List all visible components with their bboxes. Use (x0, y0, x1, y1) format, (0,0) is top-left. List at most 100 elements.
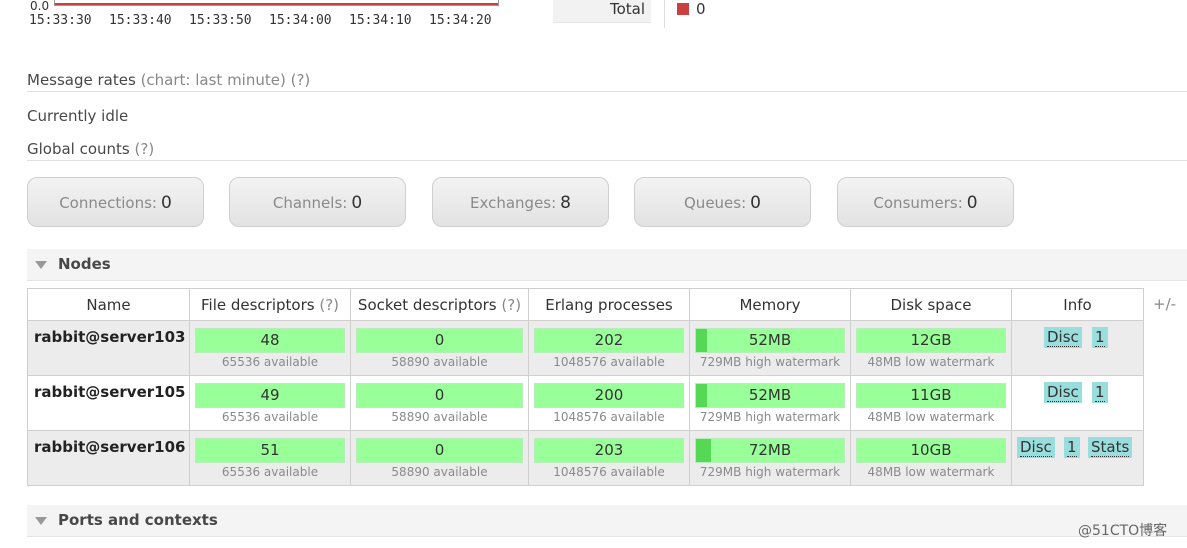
file-descriptors-cell: 48 65536 available (189, 320, 351, 376)
help-link[interactable]: (?) (501, 296, 521, 314)
count-value: 8 (560, 193, 571, 213)
bar-value: 200 (594, 386, 624, 404)
message-rates-subtitle[interactable]: (chart: last minute) (141, 71, 286, 89)
count-label: Queues: (684, 194, 747, 212)
bar-subtext: 729MB high watermark (699, 465, 841, 479)
consumers-count-button[interactable]: Consumers: 0 (837, 177, 1014, 227)
message-rates-heading: Message rates (chart: last minute) (?) (27, 71, 310, 89)
info-tag-stats[interactable]: Stats (1088, 437, 1133, 458)
file-descriptors-cell: 49 65536 available (189, 375, 351, 431)
usage-bar: 12GB (856, 328, 1006, 353)
bar-subtext: 65536 available (221, 465, 319, 479)
col-header-file-descriptors[interactable]: File descriptors (?) (189, 288, 351, 321)
node-name-link[interactable]: rabbit@server106 (27, 430, 190, 486)
bar-subtext: 65536 available (221, 410, 319, 424)
idle-status: Currently idle (27, 107, 129, 125)
chart-x-tick: 15:33:40 (109, 13, 172, 28)
info-tag-count[interactable]: 1 (1064, 437, 1080, 458)
memory-fill (696, 439, 711, 462)
bar-subtext: 729MB high watermark (699, 355, 841, 369)
info-tag-disc[interactable]: Disc (1017, 437, 1055, 458)
socket-descriptors-cell: 0 58890 available (350, 375, 529, 431)
bar-value: 49 (260, 386, 280, 404)
info-tag-label: Disc (1047, 328, 1079, 347)
global-counts-help[interactable]: (?) (135, 140, 155, 158)
col-header-memory[interactable]: Memory (689, 288, 851, 321)
col-header-erlang-processes[interactable]: Erlang processes (528, 288, 690, 321)
disk-space-cell: 10GB 48MB low watermark (850, 430, 1012, 486)
bar-value: 10GB (910, 441, 952, 459)
info-cell: Disc 1 (1011, 375, 1144, 431)
col-header-label: Socket descriptors (357, 295, 497, 314)
collapse-triangle-icon (35, 517, 47, 525)
bar-value: 12GB (910, 331, 952, 349)
message-rates-help[interactable]: (?) (291, 71, 311, 89)
info-tag-disc[interactable]: Disc (1044, 382, 1082, 403)
bar-value: 51 (260, 441, 280, 459)
disk-space-cell: 12GB 48MB low watermark (850, 320, 1012, 376)
memory-cell: 72MB 729MB high watermark (689, 430, 851, 486)
queues-count-button[interactable]: Queues: 0 (634, 177, 811, 227)
bar-subtext: 729MB high watermark (699, 410, 841, 424)
node-name-link[interactable]: rabbit@server103 (27, 320, 190, 376)
table-header-row: Name File descriptors (?) Socket descrip… (27, 288, 1144, 321)
ports-section-title: Ports and contexts (58, 511, 218, 529)
bar-value: 52MB (748, 331, 792, 349)
usage-bar: 0 (356, 328, 523, 353)
info-tag-disc[interactable]: Disc (1044, 327, 1082, 348)
col-header-disk-space[interactable]: Disk space (850, 288, 1012, 321)
legend-divider (664, 0, 665, 28)
table-row: rabbit@server103 48 65536 available 0 58… (27, 320, 1144, 376)
usage-bar: 200 (534, 383, 684, 408)
table-row: rabbit@server106 51 65536 available 0 58… (27, 430, 1144, 486)
bar-value: 72MB (748, 441, 792, 459)
socket-descriptors-cell: 0 58890 available (350, 320, 529, 376)
col-header-info[interactable]: Info (1011, 288, 1144, 321)
exchanges-count-button[interactable]: Exchanges: 8 (432, 177, 609, 227)
info-tag-label: 1 (1095, 383, 1105, 402)
file-descriptors-cell: 51 65536 available (189, 430, 351, 486)
bar-subtext: 48MB low watermark (867, 410, 995, 424)
chart-x-tick: 15:33:50 (189, 13, 252, 28)
bar-value: 0 (434, 386, 445, 404)
bar-value: 48 (260, 331, 280, 349)
memory-usage-bar: 52MB (695, 328, 845, 353)
chart-legend-label: Total (553, 0, 651, 23)
bar-value: 0 (434, 331, 445, 349)
socket-descriptors-cell: 0 58890 available (350, 430, 529, 486)
bar-subtext: 48MB low watermark (867, 465, 995, 479)
col-header-name[interactable]: Name (27, 288, 190, 321)
chart-x-tick: 15:33:30 (29, 13, 92, 28)
help-link[interactable]: (?) (319, 296, 339, 314)
channels-count-button[interactable]: Channels: 0 (229, 177, 406, 227)
column-options-toggle[interactable]: +/- (1153, 295, 1176, 313)
divider (27, 160, 1187, 161)
divider (27, 91, 1187, 92)
node-name-link[interactable]: rabbit@server105 (27, 375, 190, 431)
connections-count-button[interactable]: Connections: 0 (27, 177, 204, 227)
col-header-socket-descriptors[interactable]: Socket descriptors (?) (350, 288, 529, 321)
collapse-triangle-icon (35, 261, 47, 269)
bar-value: 0 (434, 441, 445, 459)
usage-bar: 49 (195, 383, 345, 408)
nodes-section-toggle[interactable]: Nodes (27, 249, 1187, 281)
bar-subtext: 1048576 available (553, 410, 665, 424)
bar-subtext: 58890 available (391, 355, 488, 369)
info-tag-count[interactable]: 1 (1092, 327, 1108, 348)
info-tag-count[interactable]: 1 (1092, 382, 1108, 403)
chart-x-tick: 15:34:20 (429, 13, 492, 28)
bar-value: 202 (594, 331, 624, 349)
ports-section-toggle[interactable]: Ports and contexts (27, 505, 1187, 537)
chart-x-tick: 15:34:00 (269, 13, 332, 28)
memory-cell: 52MB 729MB high watermark (689, 375, 851, 431)
usage-bar: 10GB (856, 438, 1006, 463)
usage-bar: 11GB (856, 383, 1006, 408)
count-value: 0 (351, 193, 363, 213)
info-tag-label: Disc (1020, 438, 1052, 457)
nodes-section-title: Nodes (58, 255, 111, 273)
info-tag-label: Stats (1091, 438, 1130, 457)
table-row: rabbit@server105 49 65536 available 0 58… (27, 375, 1144, 431)
erlang-processes-cell: 203 1048576 available (528, 430, 690, 486)
count-label: Consumers: (873, 194, 963, 212)
memory-fill (696, 329, 707, 352)
